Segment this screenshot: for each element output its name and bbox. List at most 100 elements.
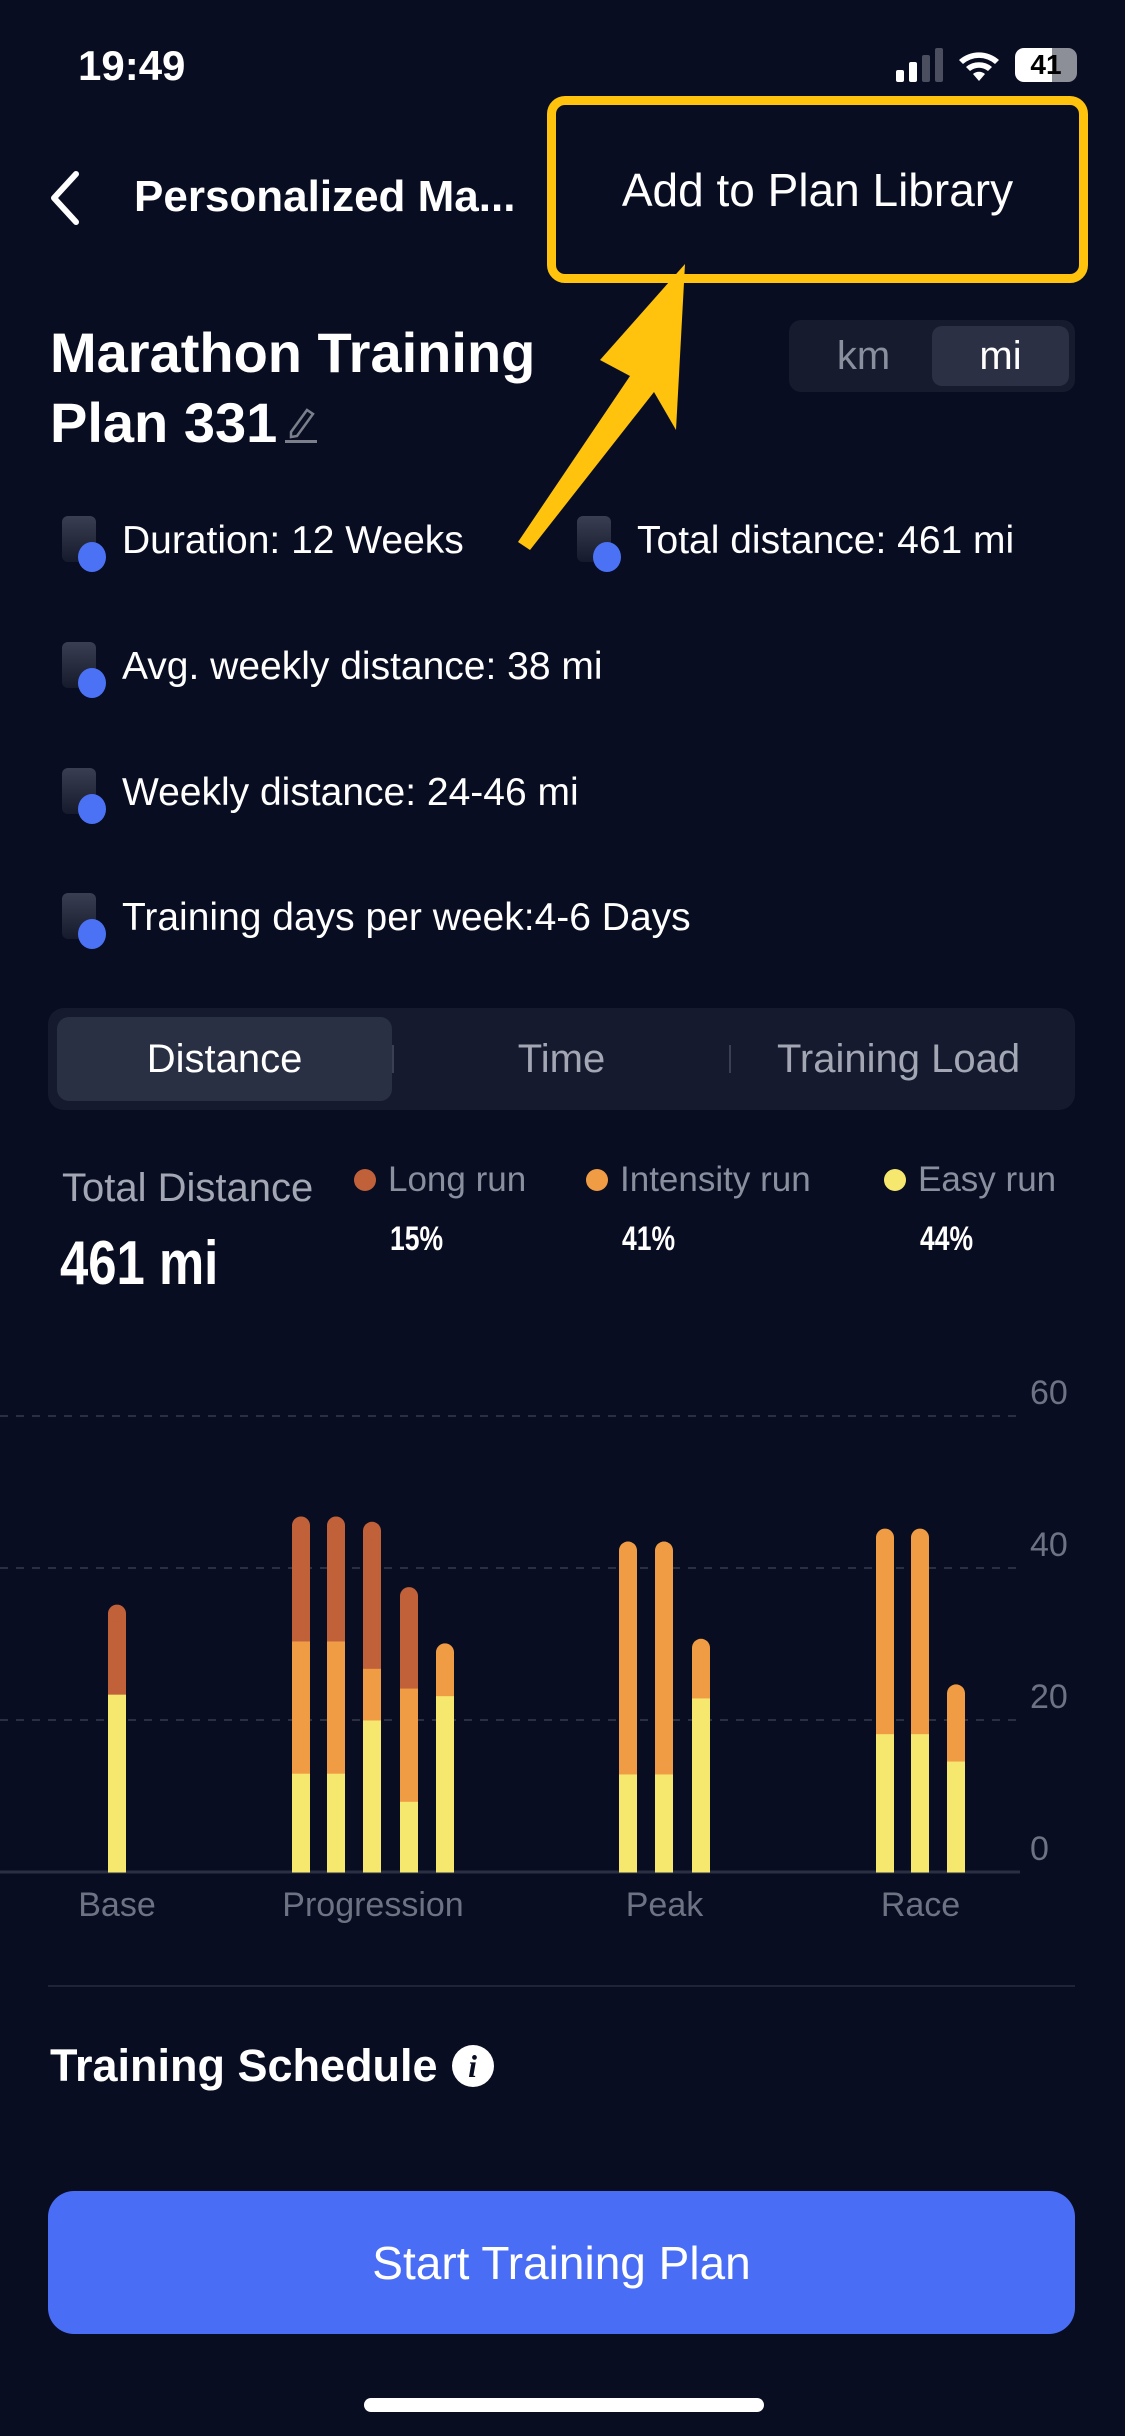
- battery-icon: 41: [1015, 48, 1077, 82]
- info-icon[interactable]: i: [451, 2045, 494, 2087]
- bar-intensity-run: [947, 1693, 965, 1762]
- bar-intensity-run: [292, 1640, 310, 1774]
- bar-easy-run: [436, 1695, 454, 1873]
- bar-easy-run: [327, 1773, 345, 1873]
- total-distance-value: 461 mi: [60, 1229, 219, 1298]
- info-duration: Duration: 12 Weeks: [62, 516, 464, 572]
- bar-intensity-run: [911, 1537, 929, 1735]
- wifi-icon: [959, 52, 999, 81]
- nav-title: Personalized Ma...: [134, 172, 516, 221]
- legend-long-run: Long run: [354, 1160, 526, 1200]
- bar-easy-run: [292, 1773, 310, 1873]
- signal-icon: [896, 48, 943, 82]
- info-avg: Avg. weekly distance: 38 mi: [62, 642, 603, 698]
- chart-tabs: Distance Time Training Load: [48, 1008, 1075, 1110]
- edit-pencil-icon[interactable]: [283, 404, 319, 444]
- bar-intensity-run: [327, 1640, 345, 1774]
- bar-cap: [292, 1516, 310, 1535]
- bar-cap: [619, 1541, 637, 1560]
- long-run-pct: 15%: [390, 1220, 444, 1258]
- legend-intensity-run: Intensity run: [586, 1160, 811, 1200]
- bar-long-run: [363, 1530, 381, 1669]
- bar-easy-run: [655, 1773, 673, 1873]
- bar-cap: [947, 1684, 965, 1703]
- tab-distance[interactable]: Distance: [57, 1017, 392, 1101]
- home-indicator[interactable]: [364, 2398, 764, 2412]
- status-time: 19:49: [78, 42, 186, 89]
- phase-label: Peak: [626, 1886, 704, 1924]
- legend-label: Long run: [388, 1160, 527, 1199]
- bar-long-run: [108, 1613, 126, 1695]
- weekly-distance-text: Weekly distance: 24-46 mi: [122, 771, 579, 814]
- phase-label: Base: [78, 1886, 156, 1924]
- duration-text: Duration: 12 Weeks: [122, 519, 464, 562]
- legend-dot-icon: [354, 1169, 376, 1191]
- unit-mi[interactable]: mi: [932, 326, 1069, 386]
- y-tick-label: 60: [1030, 1374, 1068, 1412]
- bar-easy-run: [876, 1733, 894, 1873]
- legend-label: Easy run: [918, 1160, 1057, 1199]
- training-schedule-title: Training Schedule: [50, 2040, 438, 2091]
- bar-cap: [400, 1587, 418, 1606]
- phase-label: Race: [881, 1886, 960, 1924]
- bar-cap: [911, 1528, 929, 1547]
- info-days: Training days per week:4-6 Days: [62, 893, 691, 949]
- start-training-plan-button[interactable]: Start Training Plan: [48, 2191, 1075, 2334]
- plan-title-line1: Marathon Training: [50, 321, 536, 384]
- bar-easy-run: [619, 1773, 637, 1873]
- bar-cap: [108, 1604, 126, 1623]
- bar-intensity-run: [400, 1688, 418, 1802]
- bar-cap: [327, 1516, 345, 1535]
- bar-easy-run: [947, 1761, 965, 1873]
- bar-long-run: [327, 1525, 345, 1642]
- bar-intensity-run: [363, 1668, 381, 1721]
- y-tick-label: 0: [1030, 1830, 1049, 1868]
- training-days-text: Training days per week:4-6 Days: [122, 896, 691, 939]
- info-bullet-icon: [62, 516, 106, 572]
- phase-label: Progression: [282, 1886, 463, 1924]
- bar-easy-run: [911, 1733, 929, 1873]
- y-tick-label: 20: [1030, 1678, 1068, 1716]
- plan-title-line2: Plan 331: [50, 391, 278, 454]
- unit-km[interactable]: km: [795, 326, 932, 386]
- bar-cap: [655, 1541, 673, 1560]
- info-weekly: Weekly distance: 24-46 mi: [62, 768, 579, 824]
- legend-dot-icon: [884, 1169, 906, 1191]
- bar-long-run: [292, 1525, 310, 1642]
- bar-cap: [363, 1521, 381, 1540]
- legend-easy-run: Easy run: [884, 1160, 1056, 1200]
- tab-time[interactable]: Time: [394, 1017, 729, 1101]
- bar-intensity-run: [619, 1550, 637, 1775]
- bar-intensity-run: [876, 1537, 894, 1735]
- intensity-run-pct: 41%: [622, 1220, 676, 1258]
- info-bullet-icon: [62, 768, 106, 824]
- legend-label: Intensity run: [620, 1160, 811, 1199]
- easy-run-pct: 44%: [920, 1220, 974, 1258]
- info-bullet-icon: [62, 642, 106, 698]
- distance-chart: 0 20 40 60 Base Progression Peak Race: [0, 1374, 1068, 1924]
- avg-weekly-text: Avg. weekly distance: 38 mi: [122, 645, 603, 688]
- info-bullet-icon: [577, 516, 621, 572]
- bar-intensity-run: [655, 1550, 673, 1775]
- tab-training-load[interactable]: Training Load: [731, 1017, 1066, 1101]
- bar-long-run: [400, 1596, 418, 1689]
- total-distance-label: Total Distance: [62, 1166, 314, 1210]
- bar-easy-run: [108, 1694, 126, 1873]
- bar-cap: [876, 1528, 894, 1547]
- section-divider: [48, 1985, 1075, 1987]
- bar-cap: [436, 1643, 454, 1662]
- info-total: Total distance: 461 mi: [577, 516, 1015, 572]
- bar-cap: [692, 1638, 710, 1657]
- info-bullet-icon: [62, 893, 106, 949]
- unit-toggle: km mi: [789, 320, 1075, 392]
- back-chevron-icon[interactable]: [44, 168, 88, 228]
- y-tick-label: 40: [1030, 1526, 1068, 1564]
- plan-title: Marathon Training Plan 331: [50, 318, 535, 458]
- status-icons: 41: [896, 48, 1077, 82]
- bar-easy-run: [692, 1697, 710, 1873]
- training-schedule-heading: Training Schedule i: [50, 2040, 494, 2092]
- total-distance-text: Total distance: 461 mi: [637, 519, 1015, 562]
- bar-easy-run: [400, 1801, 418, 1873]
- legend-dot-icon: [586, 1169, 608, 1191]
- bar-easy-run: [363, 1720, 381, 1873]
